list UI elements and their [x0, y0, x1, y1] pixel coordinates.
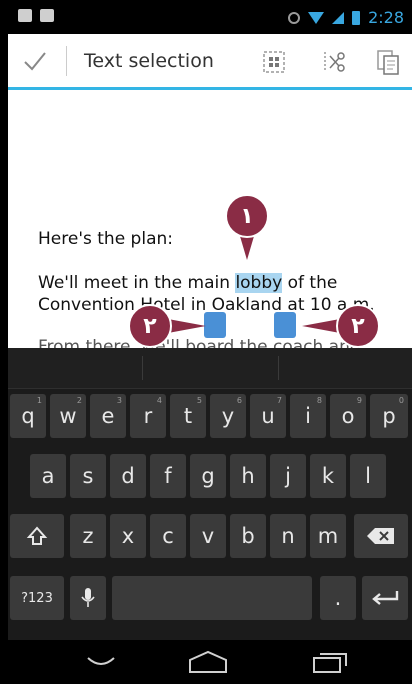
- key-h[interactable]: h: [230, 454, 266, 498]
- recents-icon[interactable]: [312, 650, 348, 674]
- key-label: e: [101, 404, 115, 428]
- key-o[interactable]: o9: [330, 394, 366, 438]
- voice-input-key[interactable]: [70, 576, 106, 620]
- copy-icon[interactable]: [374, 48, 402, 76]
- app-notification-icon: [40, 9, 54, 22]
- key-label: o: [341, 404, 355, 428]
- status-bar: 2:28: [8, 0, 412, 34]
- key-hint: 2: [76, 396, 82, 405]
- key-w[interactable]: w2: [50, 394, 86, 438]
- key-x[interactable]: x: [110, 514, 146, 558]
- shift-icon: [26, 526, 48, 545]
- key-label: t: [183, 404, 193, 428]
- gallery-notification-icon: [18, 9, 32, 22]
- key-e[interactable]: e3: [90, 394, 126, 438]
- key-label: i: [305, 404, 311, 428]
- key-g[interactable]: g: [190, 454, 226, 498]
- check-icon[interactable]: [22, 48, 48, 74]
- key-hint: 1: [36, 396, 42, 405]
- key-hint: 4: [156, 396, 162, 405]
- key-hint: 7: [276, 396, 282, 405]
- enter-key[interactable]: [362, 576, 408, 620]
- enter-icon: [372, 591, 399, 605]
- soft-keyboard: q1 w2 e3 r4 t5 y6 u7 i8 o9 p0 a s d f g …: [8, 348, 412, 640]
- key-y[interactable]: y6: [210, 394, 246, 438]
- doc-line-1: Here's the plan:: [38, 229, 173, 249]
- key-u[interactable]: u7: [250, 394, 286, 438]
- action-bar-divider: [66, 46, 67, 76]
- key-m[interactable]: m: [310, 514, 346, 558]
- key-i[interactable]: i8: [290, 394, 326, 438]
- key-hint: 9: [356, 396, 362, 405]
- key-l[interactable]: l: [350, 454, 386, 498]
- key-c[interactable]: c: [150, 514, 186, 558]
- signal-icon: [332, 11, 345, 24]
- clock: 2:28: [368, 8, 404, 27]
- battery-icon: [352, 10, 361, 25]
- selected-text[interactable]: lobby: [235, 273, 283, 293]
- key-label: p: [382, 404, 396, 428]
- callout-2-right-badge: ٢: [336, 304, 380, 348]
- shift-key[interactable]: [10, 514, 64, 558]
- mic-icon: [81, 588, 95, 607]
- key-label: q: [21, 404, 35, 428]
- sync-icon: [288, 11, 301, 24]
- key-hint: 8: [316, 396, 322, 405]
- key-t[interactable]: t5: [170, 394, 206, 438]
- key-label: w: [59, 404, 77, 428]
- navigation-bar: [8, 640, 412, 684]
- callout-2-left-pointer: [168, 319, 206, 333]
- symbols-key[interactable]: ?123: [10, 576, 64, 620]
- key-s[interactable]: s: [70, 454, 106, 498]
- suggestion-strip[interactable]: [8, 348, 412, 389]
- key-label: y: [221, 404, 235, 428]
- back-icon[interactable]: [86, 654, 116, 670]
- key-a[interactable]: a: [30, 454, 66, 498]
- backspace-icon: [367, 528, 394, 544]
- status-indicators: 2:28: [288, 8, 404, 27]
- key-n[interactable]: n: [270, 514, 306, 558]
- home-icon[interactable]: [188, 650, 228, 674]
- key-b[interactable]: b: [230, 514, 266, 558]
- suggestion-divider: [142, 356, 143, 380]
- key-k[interactable]: k: [310, 454, 346, 498]
- doc-line-2-before: We'll meet in the main: [38, 273, 236, 293]
- suggestion-divider: [278, 356, 279, 380]
- key-hint: 0: [398, 396, 404, 405]
- key-p[interactable]: p0: [370, 394, 408, 438]
- key-j[interactable]: j: [270, 454, 306, 498]
- key-q[interactable]: q1: [10, 394, 46, 438]
- text-selection-action-bar: Text selection: [8, 34, 412, 90]
- cut-icon[interactable]: [320, 48, 348, 76]
- key-d[interactable]: d: [110, 454, 146, 498]
- callout-1-badge: ١: [225, 194, 269, 238]
- key-r[interactable]: r4: [130, 394, 166, 438]
- select-all-icon[interactable]: [260, 48, 288, 76]
- backspace-key[interactable]: [354, 514, 408, 558]
- selection-end-handle[interactable]: [274, 312, 296, 338]
- key-z[interactable]: z: [70, 514, 106, 558]
- doc-line-2-after: of the: [282, 273, 338, 293]
- key-hint: 3: [116, 396, 122, 405]
- doc-line-2: We'll meet in the main lobby of the: [38, 272, 337, 294]
- key-label: r: [143, 404, 153, 428]
- document-content[interactable]: Here's the plan: We'll meet in the main …: [8, 90, 412, 348]
- key-hint: 5: [196, 396, 202, 405]
- key-hint: 6: [236, 396, 242, 405]
- phone-screen: 2:28 Text selection Here's the plan: We': [8, 0, 412, 684]
- notification-icons: [18, 9, 54, 22]
- key-f[interactable]: f: [150, 454, 186, 498]
- callout-2-right-pointer: [302, 319, 340, 333]
- space-key[interactable]: [112, 576, 312, 620]
- wifi-icon: [308, 11, 325, 24]
- key-v[interactable]: v: [190, 514, 226, 558]
- doc-line-4: From there, we'll board the coach and: [38, 337, 361, 348]
- period-key[interactable]: .: [320, 576, 356, 620]
- key-label: u: [261, 404, 275, 428]
- action-bar-title: Text selection: [84, 50, 214, 72]
- callout-2-left-badge: ٢: [128, 304, 172, 348]
